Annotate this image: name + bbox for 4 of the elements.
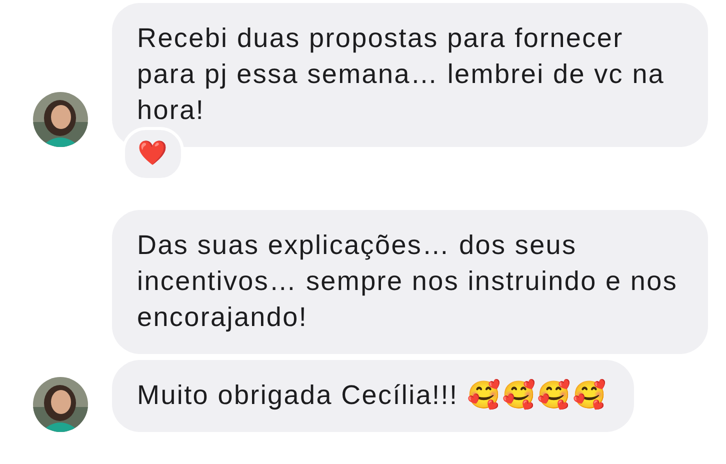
reaction-badge: ❤ <box>122 127 184 181</box>
message-text: Recebi duas propostas para fornecer para pj essa semana… lembrei de vc na hora! <box>137 23 665 125</box>
message-text: Das suas explicações… dos seus incentivos… sempre nos instruindo e nos encorajando! <box>137 230 678 332</box>
message-text: Muito obrigada Cecília!!! 🥰🥰🥰🥰 <box>137 380 608 410</box>
